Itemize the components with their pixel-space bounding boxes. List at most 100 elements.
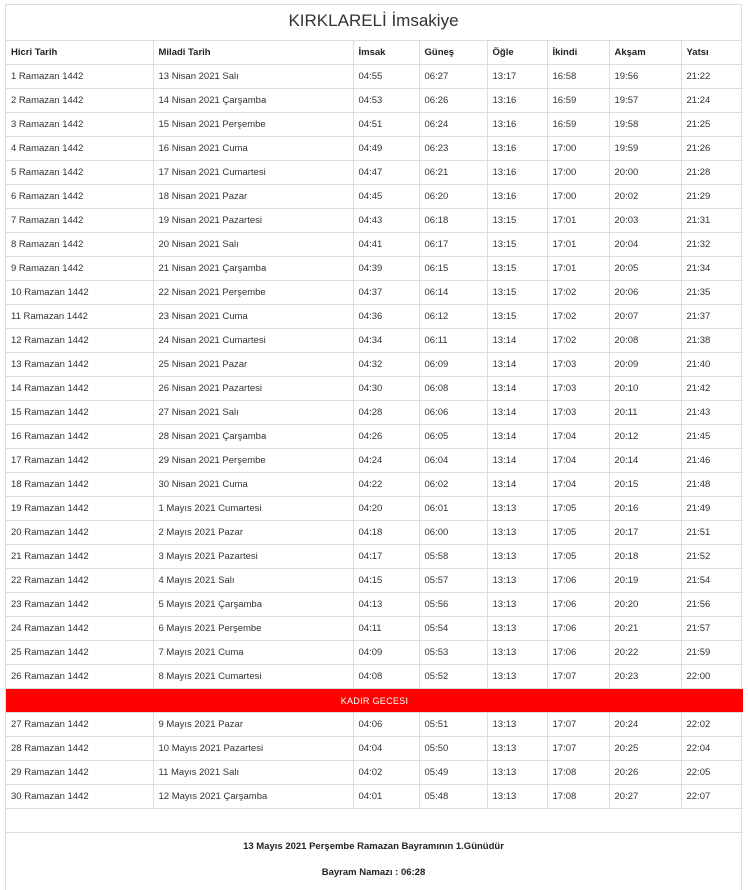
page-title: KIRKLARELİ İmsakiye [6, 5, 741, 41]
column-header: İkindi [547, 41, 610, 65]
table-cell: 29 Nisan 2021 Perşembe [153, 448, 354, 473]
table-cell: 21:59 [681, 640, 743, 665]
table-cell: 28 Ramazan 1442 [6, 736, 154, 761]
table-cell: 6 Mayıs 2021 Perşembe [153, 616, 354, 641]
table-cell: 17:02 [547, 304, 610, 329]
table-cell: 15 Ramazan 1442 [6, 400, 154, 425]
table-cell: 30 Nisan 2021 Cuma [153, 472, 354, 497]
table-cell: 24 Ramazan 1442 [6, 616, 154, 641]
table-cell: 10 Ramazan 1442 [6, 280, 154, 305]
table-cell: 17:00 [547, 184, 610, 209]
table-cell: 20:06 [609, 280, 682, 305]
table-cell: 17:08 [547, 784, 610, 809]
spacer-row [6, 808, 743, 833]
table-cell: 6 Ramazan 1442 [6, 184, 154, 209]
table-cell: 18 Ramazan 1442 [6, 472, 154, 497]
table-cell: 06:24 [419, 112, 488, 137]
table-cell: 04:20 [353, 496, 420, 521]
table-cell: 04:32 [353, 352, 420, 377]
table-cell: 04:53 [353, 88, 420, 113]
table-cell: 04:06 [353, 712, 420, 737]
table-cell: 21:28 [681, 160, 743, 185]
table-cell: 21:46 [681, 448, 743, 473]
table-cell: 04:17 [353, 544, 420, 569]
table-cell: 2 Ramazan 1442 [6, 88, 154, 113]
table-cell: 29 Ramazan 1442 [6, 760, 154, 785]
table-cell: 21:26 [681, 136, 743, 161]
table-cell: 30 Ramazan 1442 [6, 784, 154, 809]
table-cell: 13:16 [487, 112, 548, 137]
spacer-cell [6, 808, 743, 833]
table-cell: 04:13 [353, 592, 420, 617]
table-row: 28 Ramazan 1442 10 Mayıs 2021 Pazartesi 04… [6, 736, 743, 761]
table-row: 4 Ramazan 1442 16 Nisan 2021 Cuma 04:49 06:… [6, 136, 743, 161]
table-cell: 17:03 [547, 352, 610, 377]
table-cell: 05:53 [419, 640, 488, 665]
table-body: 1 Ramazan 1442 13 Nisan 2021 Salı 04:55 06:… [6, 64, 743, 833]
table-cell: 04:39 [353, 256, 420, 281]
table-cell: 16 Ramazan 1442 [6, 424, 154, 449]
table-cell: 13:13 [487, 496, 548, 521]
table-cell: 05:48 [419, 784, 488, 809]
table-cell: 22:04 [681, 736, 743, 761]
table-cell: 13:17 [487, 64, 548, 89]
table-cell: 21:40 [681, 352, 743, 377]
table-row: 11 Ramazan 1442 23 Nisan 2021 Cuma 04:36 06… [6, 304, 743, 329]
table-cell: 04:34 [353, 328, 420, 353]
table-cell: 15 Nisan 2021 Perşembe [153, 112, 354, 137]
table-cell: 05:56 [419, 592, 488, 617]
table-row: 29 Ramazan 1442 11 Mayıs 2021 Salı 04:02 05… [6, 760, 743, 785]
table-cell: 06:05 [419, 424, 488, 449]
table-cell: 20:05 [609, 256, 682, 281]
table-cell: 22 Ramazan 1442 [6, 568, 154, 593]
table-cell: 06:06 [419, 400, 488, 425]
table-cell: 17:04 [547, 424, 610, 449]
table-cell: 14 Nisan 2021 Çarşamba [153, 88, 354, 113]
table-cell: 05:57 [419, 568, 488, 593]
table-cell: 13 Ramazan 1442 [6, 352, 154, 377]
table-cell: 19:58 [609, 112, 682, 137]
table-cell: 17:07 [547, 736, 610, 761]
table-cell: 13:15 [487, 256, 548, 281]
table-cell: 17:01 [547, 208, 610, 233]
table-cell: 13:14 [487, 376, 548, 401]
table-cell: 06:18 [419, 208, 488, 233]
table-cell: 13:14 [487, 328, 548, 353]
table-cell: 04:30 [353, 376, 420, 401]
table-cell: 1 Mayıs 2021 Cumartesi [153, 496, 354, 521]
table-cell: 21:24 [681, 88, 743, 113]
table-cell: 17:05 [547, 520, 610, 545]
table-row: 30 Ramazan 1442 12 Mayıs 2021 Çarşamba 04:… [6, 784, 743, 809]
table-cell: 21 Ramazan 1442 [6, 544, 154, 569]
table-cell: 21:51 [681, 520, 743, 545]
table-cell: 17:07 [547, 664, 610, 689]
table-row: 9 Ramazan 1442 21 Nisan 2021 Çarşamba 04:3… [6, 256, 743, 281]
table-cell: 05:58 [419, 544, 488, 569]
table-cell: 13:16 [487, 160, 548, 185]
table-cell: 17:03 [547, 376, 610, 401]
table-cell: 06:12 [419, 304, 488, 329]
table-cell: 06:11 [419, 328, 488, 353]
table-cell: 19 Nisan 2021 Pazartesi [153, 208, 354, 233]
table-cell: 20:26 [609, 760, 682, 785]
table-cell: 19:57 [609, 88, 682, 113]
table-cell: 11 Ramazan 1442 [6, 304, 154, 329]
table-cell: 20:10 [609, 376, 682, 401]
table-cell: 13:13 [487, 760, 548, 785]
table-cell: 04:41 [353, 232, 420, 257]
table-cell: 17 Nisan 2021 Cumartesi [153, 160, 354, 185]
table-cell: 22:05 [681, 760, 743, 785]
bayram-namazi: Bayram Namazı : 06:28 [321, 867, 426, 878]
table-cell: 19:59 [609, 136, 682, 161]
table-cell: 17:05 [547, 544, 610, 569]
table-cell: 05:50 [419, 736, 488, 761]
table-cell: 16:58 [547, 64, 610, 89]
table-cell: 06:14 [419, 280, 488, 305]
table-cell: 13:13 [487, 784, 548, 809]
table-cell: 17:06 [547, 616, 610, 641]
table-cell: 20:18 [609, 544, 682, 569]
table-cell: 13:16 [487, 136, 548, 161]
table-cell: 06:17 [419, 232, 488, 257]
table-cell: 9 Mayıs 2021 Pazar [153, 712, 354, 737]
table-cell: 04:04 [353, 736, 420, 761]
